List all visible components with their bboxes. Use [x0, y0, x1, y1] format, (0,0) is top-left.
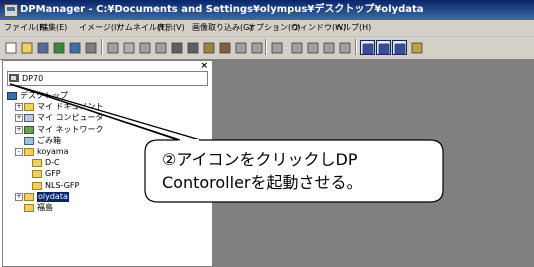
- tree-item-label: マイ ネットワーク: [37, 124, 104, 134]
- callout-text: ②アイコンをクリックしDP Contorollerを起動させる。: [162, 148, 452, 194]
- menu-item-8[interactable]: ヘルプ(H): [335, 20, 371, 36]
- tree-item-label: マイ ドキュメント: [37, 102, 104, 112]
- my-computer-icon: [24, 114, 34, 123]
- zoom-out-icon[interactable]: [306, 40, 320, 54]
- copy-icon[interactable]: [186, 40, 200, 54]
- toolbar-separator: [265, 39, 267, 55]
- expand-icon[interactable]: +: [15, 125, 23, 134]
- menu-bar: ファイル(F) 編集(E) イメージ(I) サムネイル(T) 表示(V) 画像取り込み(G…: [0, 20, 534, 37]
- device-label: DP70: [22, 74, 44, 83]
- folder-icon: [32, 181, 42, 190]
- dpmanager-window: DPManager - C:¥Documents and Settings¥ol…: [0, 0, 534, 267]
- recycle-bin-icon: [24, 136, 34, 145]
- edit-icon[interactable]: [106, 40, 120, 54]
- toolbar: [0, 37, 534, 60]
- crop-icon[interactable]: [138, 40, 152, 54]
- redo-icon[interactable]: [250, 40, 264, 54]
- import-icon[interactable]: [68, 40, 82, 54]
- tree-item-label: マイ コンピュータ: [37, 113, 104, 123]
- folder-icon: [32, 170, 42, 179]
- tree-item-label: olydata: [37, 191, 69, 202]
- new-icon[interactable]: [4, 40, 18, 54]
- toolbar-separator: [355, 39, 357, 55]
- device-selector[interactable]: DP70: [7, 71, 208, 86]
- callout-line-1: ②アイコンをクリックしDP: [162, 150, 358, 169]
- folder-icon: [24, 192, 34, 201]
- extra-icon[interactable]: [410, 40, 424, 54]
- cut-icon[interactable]: [154, 40, 168, 54]
- camera-icon: [9, 74, 19, 82]
- collapse-icon[interactable]: -: [15, 148, 23, 156]
- title-bar[interactable]: DPManager - C:¥Documents and Settings¥ol…: [0, 0, 534, 20]
- menu-item-1[interactable]: 編集(E): [40, 20, 67, 36]
- actual-size-icon[interactable]: [338, 40, 352, 54]
- menu-item-5[interactable]: 画像取り込み(G): [192, 20, 252, 36]
- toolbar-separator: [101, 39, 103, 55]
- tree-item-label: koyama: [37, 147, 69, 156]
- close-pane-button[interactable]: ×: [200, 61, 208, 71]
- folder-icon: [24, 148, 34, 156]
- tree-item-label: 福島: [37, 203, 53, 212]
- paste-icon[interactable]: [202, 40, 216, 54]
- capture-icon[interactable]: [52, 40, 66, 54]
- my-network-icon: [24, 125, 34, 134]
- help-icon[interactable]: [270, 40, 284, 54]
- fit-icon[interactable]: [322, 40, 336, 54]
- open-icon[interactable]: [20, 40, 34, 54]
- my-documents-icon: [24, 103, 34, 112]
- app-icon: [4, 4, 18, 17]
- view-medium-icon[interactable]: [376, 40, 391, 55]
- paste-special-icon[interactable]: [218, 40, 232, 54]
- tree-item-label: GFP: [45, 169, 61, 179]
- scissors-icon[interactable]: [170, 40, 184, 54]
- menu-item-4[interactable]: 表示(V): [157, 20, 185, 36]
- tree-item-label: ごみ箱: [37, 135, 61, 145]
- grid-icon[interactable]: [122, 40, 136, 54]
- window-title: DPManager - C:¥Documents and Settings¥ol…: [20, 4, 424, 15]
- folder-icon: [24, 204, 34, 212]
- menu-item-2[interactable]: イメージ(I): [79, 20, 119, 36]
- expand-icon[interactable]: +: [15, 103, 23, 112]
- zoom-in-icon[interactable]: [290, 40, 304, 54]
- save-icon[interactable]: [36, 40, 50, 54]
- expand-icon[interactable]: +: [15, 192, 23, 201]
- desktop-icon: [7, 92, 17, 100]
- callout-line-2: Contorollerを起動させる。: [162, 173, 363, 192]
- tree-item-label: D-C: [45, 158, 60, 168]
- tree-item-label: デスクトップ: [20, 91, 68, 100]
- print-icon[interactable]: [84, 40, 98, 54]
- expand-icon[interactable]: +: [15, 114, 23, 123]
- folder-icon: [32, 159, 42, 168]
- view-small-icon[interactable]: [392, 40, 407, 55]
- tree-item-label: NLS-GFP: [45, 180, 80, 190]
- undo-icon[interactable]: [234, 40, 248, 54]
- view-large-icon[interactable]: [360, 40, 375, 55]
